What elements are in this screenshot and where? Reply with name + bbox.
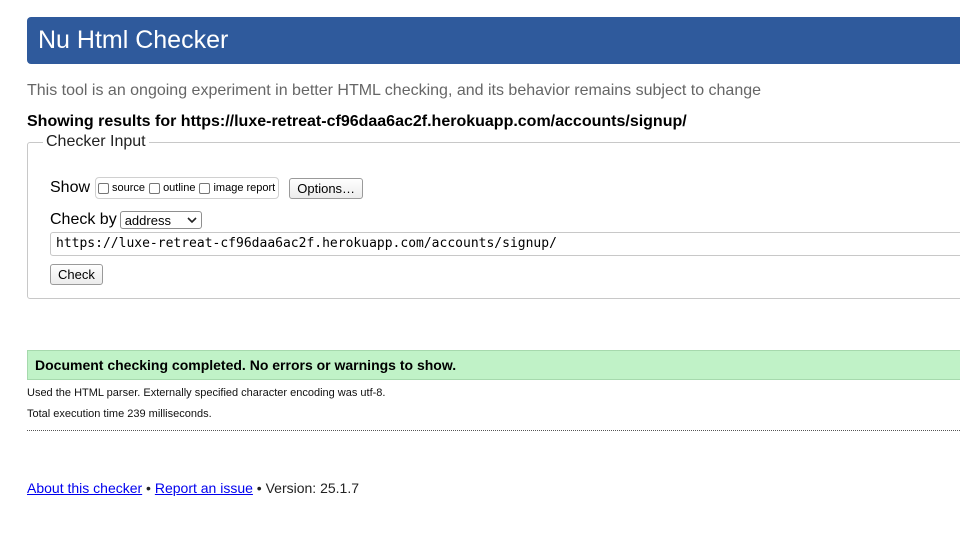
show-outline-option[interactable]: outline <box>149 182 195 194</box>
source-checkbox-label: source <box>112 182 146 194</box>
options-button[interactable]: Options… <box>289 177 364 199</box>
check-by-row: Check by address <box>50 209 202 231</box>
parser-note: Used the HTML parser. Externally specifi… <box>27 387 386 399</box>
success-message: Document checking completed. No errors o… <box>27 350 960 380</box>
image-report-checkbox[interactable] <box>199 182 211 194</box>
footer: About this checker • Report an issue • V… <box>27 480 359 496</box>
showing-results-heading: Showing results for https://luxe-retreat… <box>27 113 687 130</box>
show-options-group: source outline image report <box>95 177 280 199</box>
outline-checkbox-label: outline <box>163 182 196 194</box>
check-by-select[interactable]: address <box>119 211 202 229</box>
show-source-option[interactable]: source <box>98 182 145 194</box>
version-text: • Version: 25.1.7 <box>252 480 360 496</box>
page: Nu Html Checker This tool is an ongoing … <box>0 0 960 538</box>
source-checkbox[interactable] <box>98 182 110 194</box>
check-by-selected-value: address <box>124 212 171 228</box>
show-image-report-option[interactable]: image report <box>199 182 275 194</box>
check-by-label: Check by <box>50 211 117 228</box>
page-title: Nu Html Checker <box>27 17 960 64</box>
about-checker-link[interactable]: About this checker <box>27 480 142 496</box>
show-options-row: Show source outline image report Options… <box>50 176 364 200</box>
chevron-down-icon <box>187 217 197 224</box>
outline-checkbox[interactable] <box>149 182 161 194</box>
checker-input-legend: Checker Input <box>43 133 149 151</box>
url-input[interactable]: https://luxe-retreat-cf96daa6ac2f.heroku… <box>50 232 960 256</box>
footer-separator: • <box>142 480 155 496</box>
results-divider <box>27 430 960 431</box>
image-report-checkbox-label: image report <box>213 182 276 194</box>
execution-time-note: Total execution time 239 milliseconds. <box>27 408 212 420</box>
report-issue-link[interactable]: Report an issue <box>155 480 253 496</box>
check-button[interactable]: Check <box>50 264 103 285</box>
experiment-notice: This tool is an ongoing experiment in be… <box>27 82 762 99</box>
show-label: Show <box>50 179 91 196</box>
